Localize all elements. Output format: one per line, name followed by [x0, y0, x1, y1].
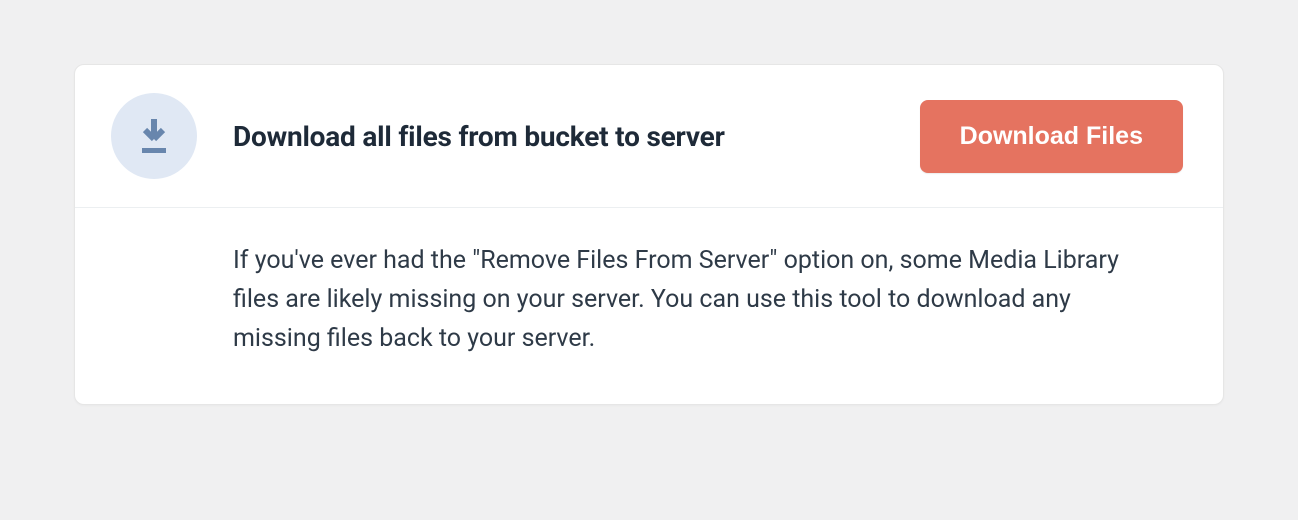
card-body: If you've ever had the "Remove Files Fro…: [75, 208, 1223, 404]
card-header: Download all files from bucket to server…: [75, 65, 1223, 208]
download-files-card: Download all files from bucket to server…: [74, 64, 1224, 405]
card-title: Download all files from bucket to server: [233, 120, 884, 153]
download-icon-circle: [111, 93, 197, 179]
card-description: If you've ever had the "Remove Files Fro…: [233, 242, 1153, 358]
download-files-button[interactable]: Download Files: [920, 100, 1183, 173]
download-icon: [137, 117, 171, 155]
